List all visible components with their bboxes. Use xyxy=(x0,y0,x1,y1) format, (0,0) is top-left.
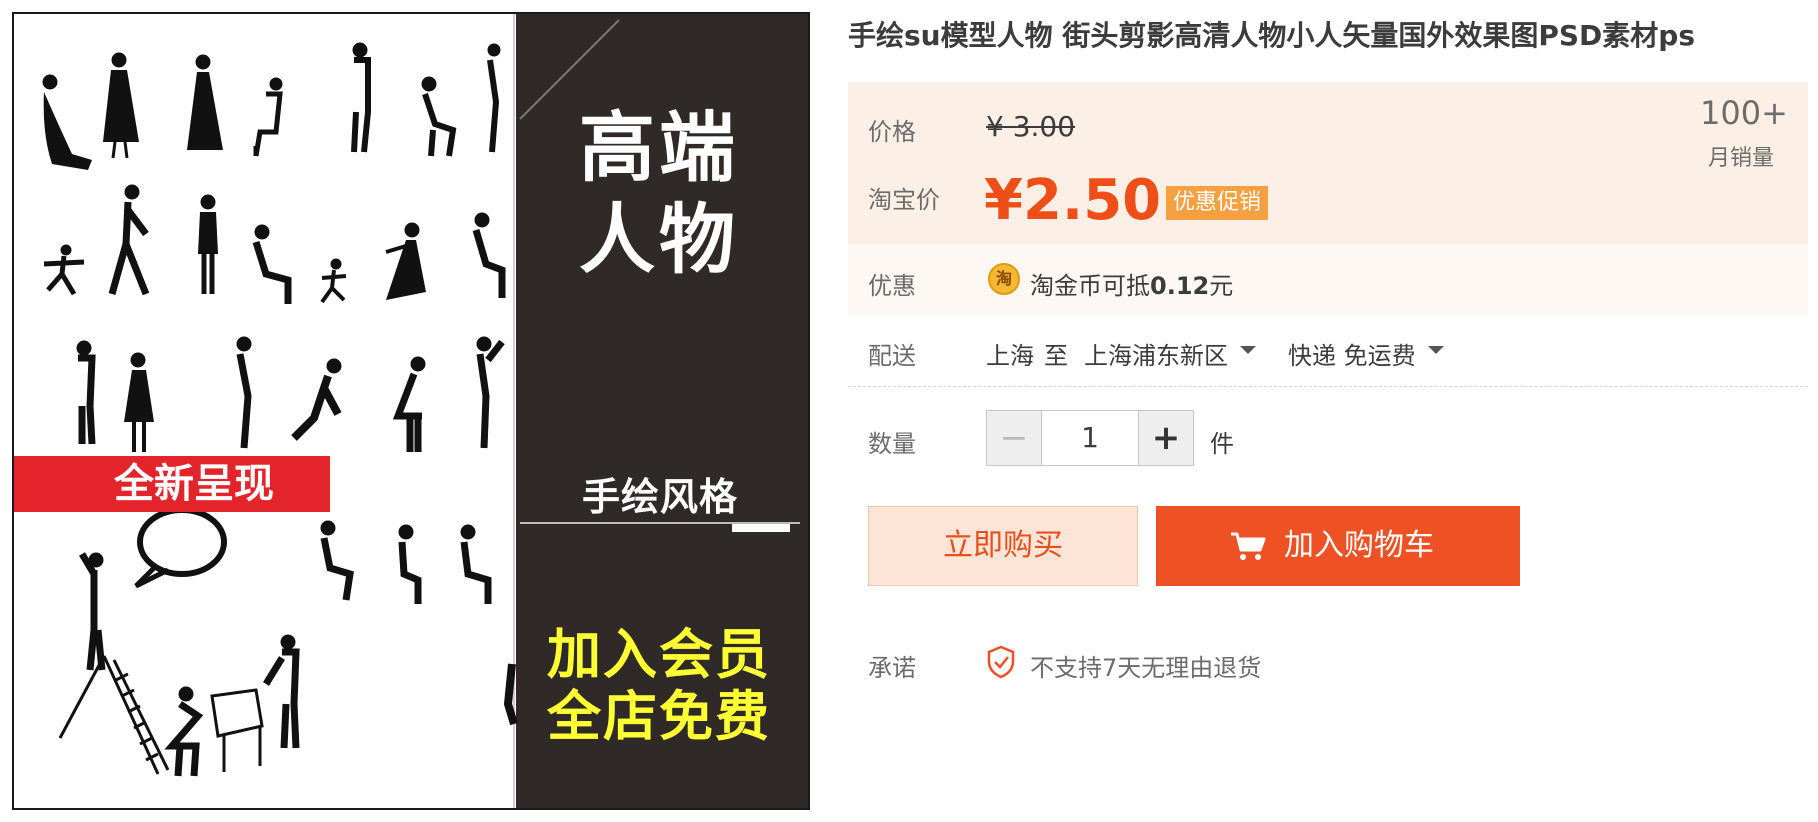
add-to-cart-button[interactable]: 加入购物车 xyxy=(1156,506,1520,586)
original-price: ¥ 3.00 xyxy=(986,110,1076,143)
chevron-down-icon[interactable] xyxy=(1240,346,1256,354)
product-detail-panel: 手绘su模型人物 街头剪影高清人物小人矢量国外效果图PSD素材ps 价格 ¥ 3… xyxy=(848,0,1808,822)
discount-label: 优惠 xyxy=(868,272,916,300)
promise-label: 承诺 xyxy=(868,654,916,682)
quantity-unit: 件 xyxy=(1210,430,1234,458)
image-underline-bar xyxy=(732,524,790,532)
monthly-sales-label: 月销量 xyxy=(1708,146,1775,171)
product-title: 手绘su模型人物 街头剪影高清人物小人矢量国外效果图PSD素材ps xyxy=(848,19,1695,52)
buy-now-button[interactable]: 立即购买 xyxy=(868,506,1138,586)
shipping-method-select[interactable]: 快递 免运费 xyxy=(1288,336,1416,371)
quantity-stepper: − + xyxy=(986,410,1194,466)
image-headline-line2: 人物 xyxy=(579,195,739,284)
quantity-increase-button[interactable]: + xyxy=(1138,411,1193,465)
shipping-from: 上海 xyxy=(986,342,1034,370)
current-price: ¥2.50 xyxy=(984,168,1162,233)
search-zoom-icon[interactable] xyxy=(14,14,48,48)
product-main-image[interactable]: 全新呈现 高端 人物 手绘风格 加入会员 全店免费 xyxy=(12,12,810,810)
shipping-to-word: 至 xyxy=(1044,342,1068,370)
coin-text-prefix: 淘金币可抵 xyxy=(1030,272,1150,300)
cart-icon xyxy=(1231,532,1266,560)
image-member-promo: 加入会员 全店免费 xyxy=(547,624,787,748)
quantity-decrease-button[interactable]: − xyxy=(987,411,1042,465)
image-headline-line1: 高端 xyxy=(579,103,739,192)
monthly-sales-count: 100+ xyxy=(1700,94,1788,132)
shipping-destination-select[interactable]: 上海浦东新区 xyxy=(1084,336,1228,371)
member-promo-line1: 加入会员 xyxy=(547,623,771,686)
image-style-text: 手绘风格 xyxy=(582,475,739,519)
quantity-label: 数量 xyxy=(868,430,916,458)
promo-tag: 优惠促销 xyxy=(1166,186,1269,220)
shipping-label: 配送 xyxy=(868,342,916,370)
member-promo-line2: 全店免费 xyxy=(547,685,771,748)
coin-text-suffix: 元 xyxy=(1209,272,1234,300)
quantity-input[interactable] xyxy=(1041,411,1139,465)
add-to-cart-label: 加入购物车 xyxy=(1284,528,1434,563)
coin-icon: 淘 xyxy=(988,263,1020,295)
image-headline: 高端 人物 xyxy=(579,102,789,286)
coin-discount-text: 淘金币可抵0.12元 xyxy=(1030,266,1233,301)
shield-check-icon xyxy=(987,645,1015,679)
chevron-down-icon[interactable] xyxy=(1428,346,1444,354)
section-divider xyxy=(848,386,1808,387)
coin-discount-amount: 0.12 xyxy=(1150,272,1210,300)
new-arrival-banner: 全新呈现 xyxy=(14,456,330,512)
promise-text: 不支持7天无理由退货 xyxy=(1030,654,1262,682)
price-label: 价格 xyxy=(868,118,916,146)
taobao-price-label: 淘宝价 xyxy=(868,186,940,214)
